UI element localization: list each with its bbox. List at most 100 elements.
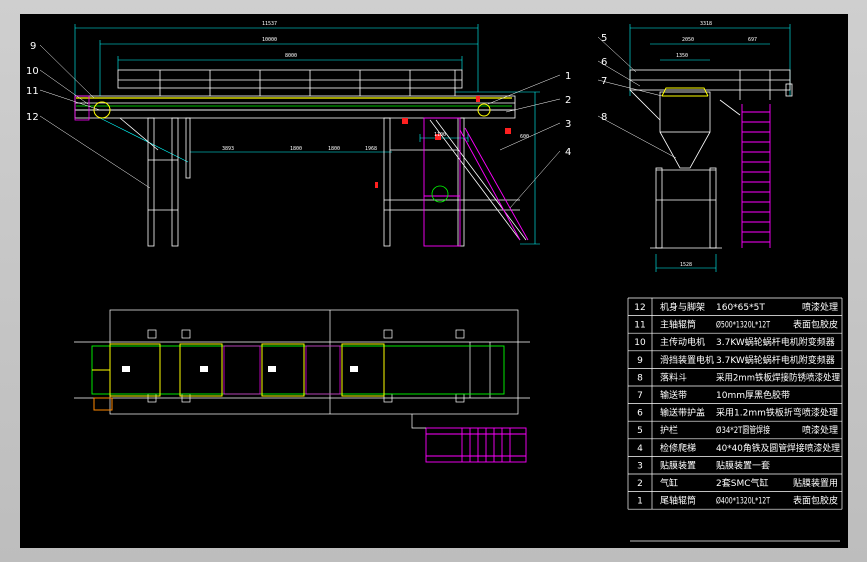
bom-row-name: 主轴辊筒 <box>660 319 696 331</box>
bom-row: 4 检修爬梯 40*40角铁及圆管焊接喷漆处理 <box>637 442 840 454</box>
dim-end-total: 3318 <box>700 21 712 27</box>
bom-row: 3 贴膜装置 贴膜装置一套 <box>637 459 770 471</box>
bom-row-spec: 3.7KW蜗轮蜗杆电机附变频器 <box>716 354 835 366</box>
dim-side-belt: 10000 <box>262 37 277 43</box>
side-conveyor-frame <box>74 95 516 119</box>
dim-side-d: 1968 <box>365 146 377 152</box>
dim-end-c: 1350 <box>676 53 688 59</box>
bom-row: 1 尾轴辊筒 Ø400*1320L*12T 表面包胶皮 <box>637 495 838 507</box>
dim-end-base: 1528 <box>680 262 692 268</box>
plan-drive-motor <box>93 397 113 411</box>
bom-row-name: 输送带护盖 <box>660 407 705 419</box>
bom-row-no: 2 <box>637 479 643 489</box>
callout-3: 3 <box>565 119 571 130</box>
bom-row-no: 8 <box>637 373 643 383</box>
bom-row-spec: 贴膜装置一套 <box>716 459 770 471</box>
dim-side-a: 3893 <box>222 146 234 152</box>
bom-row-note: 表面包胶皮 <box>793 319 838 331</box>
callout-1: 1 <box>565 71 571 82</box>
callout-11: 11 <box>26 86 39 97</box>
callout-5: 5 <box>601 33 607 44</box>
bom-row-note: 表面包胶皮 <box>793 495 838 507</box>
side-head-drum <box>74 95 491 121</box>
bom-row-no: 3 <box>637 461 643 471</box>
viewport-frame: 11537 10000 8000 3893 1800 1800 1968 110… <box>0 0 867 562</box>
bom-row-no: 9 <box>637 356 643 366</box>
bom-row-spec: 2套SMC气缸 <box>716 477 769 489</box>
bom-row-name: 滑挡装置电机 <box>660 354 714 366</box>
bom-row-name: 落料斗 <box>660 371 687 383</box>
bom-row-no: 4 <box>637 444 643 454</box>
bom-row: 10 主传动电机 3.7KW蜗轮蜗杆电机附变频器 <box>634 336 835 348</box>
plan-pulley-blocks <box>122 366 358 372</box>
bom-row-spec: 40*40角铁及圆管焊接喷漆处理 <box>716 442 840 454</box>
end-ladder <box>741 104 771 248</box>
bom-row: 2 气缸 2套SMC气缸 贴膜装置用 <box>637 477 838 489</box>
callout-9: 9 <box>30 41 36 52</box>
side-dimension-texts: 11537 10000 8000 3893 1800 1800 1968 110… <box>222 21 529 152</box>
bom-row-no: 6 <box>637 409 643 419</box>
bom-row-no: 11 <box>634 321 645 331</box>
end-dimension-texts: 3318 2050 697 1350 1528 <box>676 21 757 268</box>
dim-end-a: 2050 <box>682 37 694 43</box>
dim-side-e: 1100 <box>434 132 446 138</box>
plan-ladder-leader <box>411 414 426 429</box>
callout-10: 10 <box>26 66 39 77</box>
bom-row-name: 输送带 <box>660 389 687 401</box>
bom-row-name: 尾轴辊筒 <box>660 495 696 507</box>
callout-2: 2 <box>565 95 571 106</box>
bom-row-no: 5 <box>637 426 643 436</box>
plan-ladder <box>425 427 527 463</box>
bom-row: 11 主轴辊筒 Ø500*1320L*12T 表面包胶皮 <box>634 319 838 331</box>
bom-row-note: 贴膜装置用 <box>793 477 838 489</box>
bom-row-spec: 160*65*5T <box>716 303 765 313</box>
callout-8: 8 <box>601 112 607 123</box>
bom-row-spec: 采用2mm铁板焊接防锈喷漆处理 <box>716 371 840 383</box>
bom-row-name: 机身与脚架 <box>660 301 705 313</box>
dim-side-inner: 8000 <box>285 53 297 59</box>
bom-row: 6 输送带护盖 采用1.2mm铁板折弯喷漆处理 <box>637 407 838 419</box>
bom-row-spec: Ø400*1320L*12T <box>716 496 770 507</box>
side-dimension-lines <box>74 24 540 245</box>
bom-row-name: 主传动电机 <box>660 336 705 348</box>
bom-row: 5 护栏 Ø34*2T圆管焊接 喷漆处理 <box>637 424 838 436</box>
bom-row-spec: Ø500*1320L*12T <box>716 320 770 331</box>
bom-row-spec: 采用1.2mm铁板折弯喷漆处理 <box>716 407 838 419</box>
plan-view <box>74 309 530 463</box>
callout-4: 4 <box>565 147 571 158</box>
bom-row-name: 气缸 <box>660 477 678 489</box>
bom-row-no: 7 <box>637 391 643 401</box>
bom-row-name: 护栏 <box>660 424 678 436</box>
bom-row-spec: 3.7KW蜗轮蜗杆电机附变频器 <box>716 336 835 348</box>
callout-12: 12 <box>26 112 39 123</box>
cad-drawing-canvas[interactable]: 11537 10000 8000 3893 1800 1800 1968 110… <box>20 14 848 548</box>
bom-row-no: 1 <box>637 497 643 507</box>
callout-6: 6 <box>601 57 607 68</box>
end-frame <box>629 69 793 249</box>
bom-row-spec: Ø34*2T圆管焊接 <box>716 424 770 436</box>
bom-row: 7 输送带 10mm厚黑色胶带 <box>637 389 790 401</box>
dim-side-c: 1800 <box>328 146 340 152</box>
callout-leaders <box>39 36 677 209</box>
bom-row-name: 检修爬梯 <box>660 442 696 454</box>
dim-side-b: 1800 <box>290 146 302 152</box>
dim-end-b: 697 <box>748 37 757 43</box>
bom-row-no: 10 <box>634 338 646 348</box>
side-guard-rail <box>117 69 463 96</box>
plan-outline <box>74 309 530 415</box>
bom-row-spec: 10mm厚黑色胶带 <box>716 389 790 401</box>
dim-side-total: 11537 <box>262 21 277 27</box>
bom-row-name: 贴膜装置 <box>660 459 696 471</box>
plan-magenta-braces <box>223 345 341 395</box>
bom-row: 8 落料斗 采用2mm铁板焊接防锈喷漆处理 <box>637 371 840 383</box>
plan-belt-edge <box>91 345 505 395</box>
bom-row-no: 12 <box>634 303 645 313</box>
bom-row: 12 机身与脚架 160*65*5T 喷漆处理 <box>634 301 838 313</box>
bom-row: 9 滑挡装置电机 3.7KW蜗轮蜗杆电机附变频器 <box>637 354 835 366</box>
bom-row-note: 喷漆处理 <box>802 424 838 436</box>
side-elevation-view: 11537 10000 8000 3893 1800 1800 1968 110… <box>74 21 540 247</box>
bill-of-materials-table[interactable]: 12 机身与脚架 160*65*5T 喷漆处理11 主轴辊筒 Ø500*1320L*12T… <box>627 297 843 542</box>
side-support-legs <box>119 117 527 247</box>
drawing-svg: 11537 10000 8000 3893 1800 1800 1968 110… <box>26 21 843 542</box>
callout-7: 7 <box>601 76 607 87</box>
